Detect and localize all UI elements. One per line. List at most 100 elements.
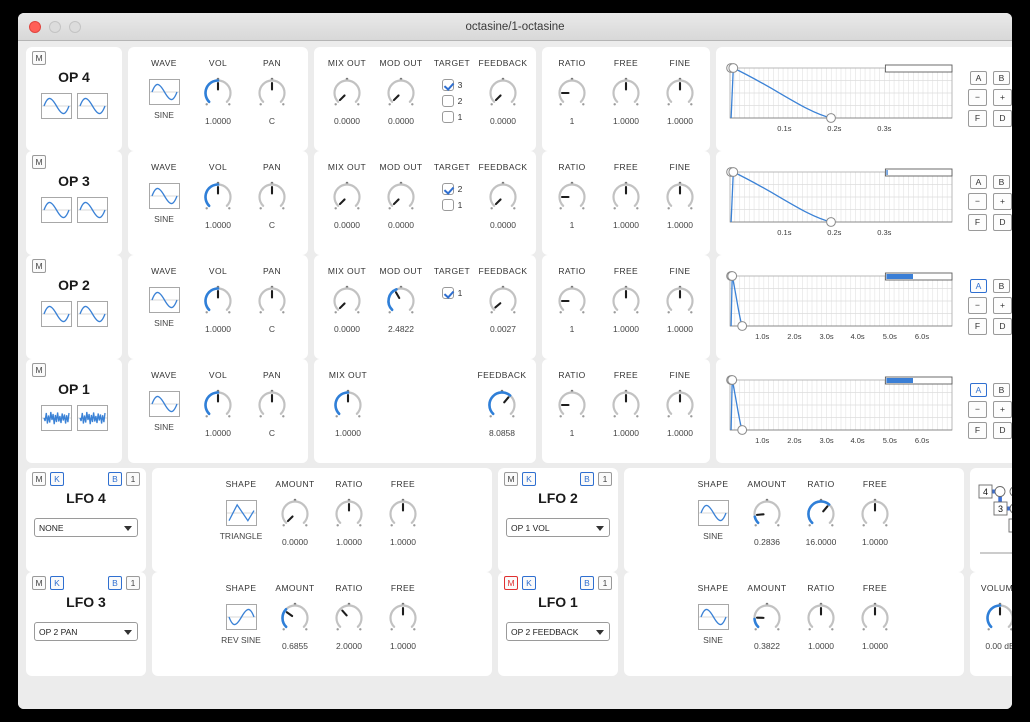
mix-out-knob[interactable] (330, 76, 364, 112)
feedback-knob[interactable] (485, 388, 519, 424)
feedback-knob[interactable] (486, 284, 520, 320)
lfo-ratio-knob[interactable] (804, 601, 838, 637)
envelope-group-b-button[interactable]: B (993, 71, 1010, 85)
envelope-distribute-button[interactable]: D (993, 422, 1012, 439)
free-knob[interactable] (609, 180, 643, 216)
wave-shape-display[interactable] (148, 183, 180, 209)
envelope-group-a-button[interactable]: A (970, 175, 987, 189)
envelope-group-a-button[interactable]: A (970, 279, 987, 293)
lfo-shape-display[interactable] (225, 500, 257, 526)
target-checkbox-1[interactable] (441, 111, 454, 123)
lfo-target-select[interactable]: NONE (34, 518, 138, 537)
mix-out-knob[interactable] (330, 180, 364, 216)
envelope-fit-button[interactable]: F (968, 110, 987, 127)
envelope-graph[interactable]: 0.1s 0.2s 0.3s (724, 166, 956, 240)
lfo-bpm-sync-button[interactable]: B (580, 472, 594, 486)
vol-knob[interactable] (201, 284, 235, 320)
mod-out-knob[interactable] (384, 284, 418, 320)
envelope-zoom-out-button[interactable]: − (968, 401, 987, 418)
algorithm-matrix-graphic[interactable]: 4321 (976, 480, 1012, 560)
envelope-zoom-in-button[interactable]: + (993, 193, 1012, 210)
ratio-knob[interactable] (555, 388, 589, 424)
lfo-oneshot-button[interactable]: 1 (598, 472, 612, 486)
pan-knob[interactable] (255, 284, 289, 320)
lfo-oneshot-button[interactable]: 1 (598, 576, 612, 590)
free-knob[interactable] (609, 388, 643, 424)
lfo-key-sync-button[interactable]: K (50, 472, 64, 486)
lfo-ratio-knob[interactable] (804, 497, 838, 533)
feedback-knob[interactable] (486, 76, 520, 112)
target-option[interactable]: 3 (441, 79, 462, 91)
free-knob[interactable] (609, 284, 643, 320)
vol-knob[interactable] (201, 76, 235, 112)
operator-mute-button[interactable]: M (32, 363, 46, 377)
mod-out-knob[interactable] (384, 76, 418, 112)
mod-out-knob[interactable] (384, 180, 418, 216)
envelope-group-a-button[interactable]: A (970, 383, 987, 397)
vol-knob[interactable] (201, 388, 235, 424)
lfo-key-sync-button[interactable]: K (50, 576, 64, 590)
lfo-bpm-sync-button[interactable]: B (580, 576, 594, 590)
pan-knob[interactable] (255, 388, 289, 424)
envelope-group-b-button[interactable]: B (993, 175, 1010, 189)
lfo-free-knob[interactable] (386, 497, 420, 533)
envelope-zoom-in-button[interactable]: + (993, 89, 1012, 106)
wave-shape-display[interactable] (148, 391, 180, 417)
ratio-knob[interactable] (555, 284, 589, 320)
target-checkbox-1[interactable] (441, 287, 454, 299)
envelope-fit-button[interactable]: F (968, 214, 987, 231)
envelope-fit-button[interactable]: F (968, 318, 987, 335)
target-option[interactable]: 2 (441, 183, 462, 195)
lfo-free-knob[interactable] (386, 601, 420, 637)
lfo-target-select[interactable]: OP 2 FEEDBACK (506, 622, 610, 641)
lfo-shape-display[interactable] (697, 500, 729, 526)
lfo-oneshot-button[interactable]: 1 (126, 576, 140, 590)
envelope-zoom-out-button[interactable]: − (968, 297, 987, 314)
lfo-target-select[interactable]: OP 2 PAN (34, 622, 138, 641)
envelope-group-b-button[interactable]: B (993, 383, 1010, 397)
lfo-ratio-knob[interactable] (332, 601, 366, 637)
lfo-ratio-knob[interactable] (332, 497, 366, 533)
target-option[interactable]: 1 (441, 287, 462, 299)
lfo-mute-button[interactable]: M (32, 576, 46, 590)
lfo-free-knob[interactable] (858, 601, 892, 637)
target-checkbox-2[interactable] (441, 183, 454, 195)
pan-knob[interactable] (255, 76, 289, 112)
envelope-zoom-out-button[interactable]: − (968, 193, 987, 210)
envelope-fit-button[interactable]: F (968, 422, 987, 439)
envelope-group-b-button[interactable]: B (993, 279, 1010, 293)
master-volume-knob[interactable] (983, 601, 1012, 637)
lfo-key-sync-button[interactable]: K (522, 472, 536, 486)
wave-shape-display[interactable] (148, 287, 180, 313)
lfo-free-knob[interactable] (858, 497, 892, 533)
operator-mute-button[interactable]: M (32, 155, 46, 169)
lfo-mute-button[interactable]: M (32, 472, 46, 486)
free-knob[interactable] (609, 76, 643, 112)
mix-out-knob[interactable] (330, 284, 364, 320)
target-option[interactable]: 2 (441, 95, 462, 107)
envelope-zoom-out-button[interactable]: − (968, 89, 987, 106)
envelope-group-a-button[interactable]: A (970, 71, 987, 85)
ratio-knob[interactable] (555, 76, 589, 112)
ratio-knob[interactable] (555, 180, 589, 216)
target-checkbox-3[interactable] (441, 79, 454, 91)
lfo-mute-button[interactable]: M (504, 576, 518, 590)
target-option[interactable]: 1 (441, 199, 462, 211)
lfo-amount-knob[interactable] (750, 497, 784, 533)
lfo-shape-display[interactable] (697, 604, 729, 630)
lfo-target-select[interactable]: OP 1 VOL (506, 518, 610, 537)
lfo-key-sync-button[interactable]: K (522, 576, 536, 590)
target-checkbox-1[interactable] (441, 199, 454, 211)
lfo-oneshot-button[interactable]: 1 (126, 472, 140, 486)
envelope-graph[interactable]: 0.1s 0.2s 0.3s (724, 62, 956, 136)
mix-out-knob[interactable] (331, 388, 365, 424)
envelope-distribute-button[interactable]: D (993, 318, 1012, 335)
operator-mute-button[interactable]: M (32, 259, 46, 273)
envelope-zoom-in-button[interactable]: + (993, 297, 1012, 314)
vol-knob[interactable] (201, 180, 235, 216)
lfo-amount-knob[interactable] (278, 601, 312, 637)
feedback-knob[interactable] (486, 180, 520, 216)
target-checkbox-2[interactable] (441, 95, 454, 107)
lfo-mute-button[interactable]: M (504, 472, 518, 486)
fine-knob[interactable] (663, 180, 697, 216)
